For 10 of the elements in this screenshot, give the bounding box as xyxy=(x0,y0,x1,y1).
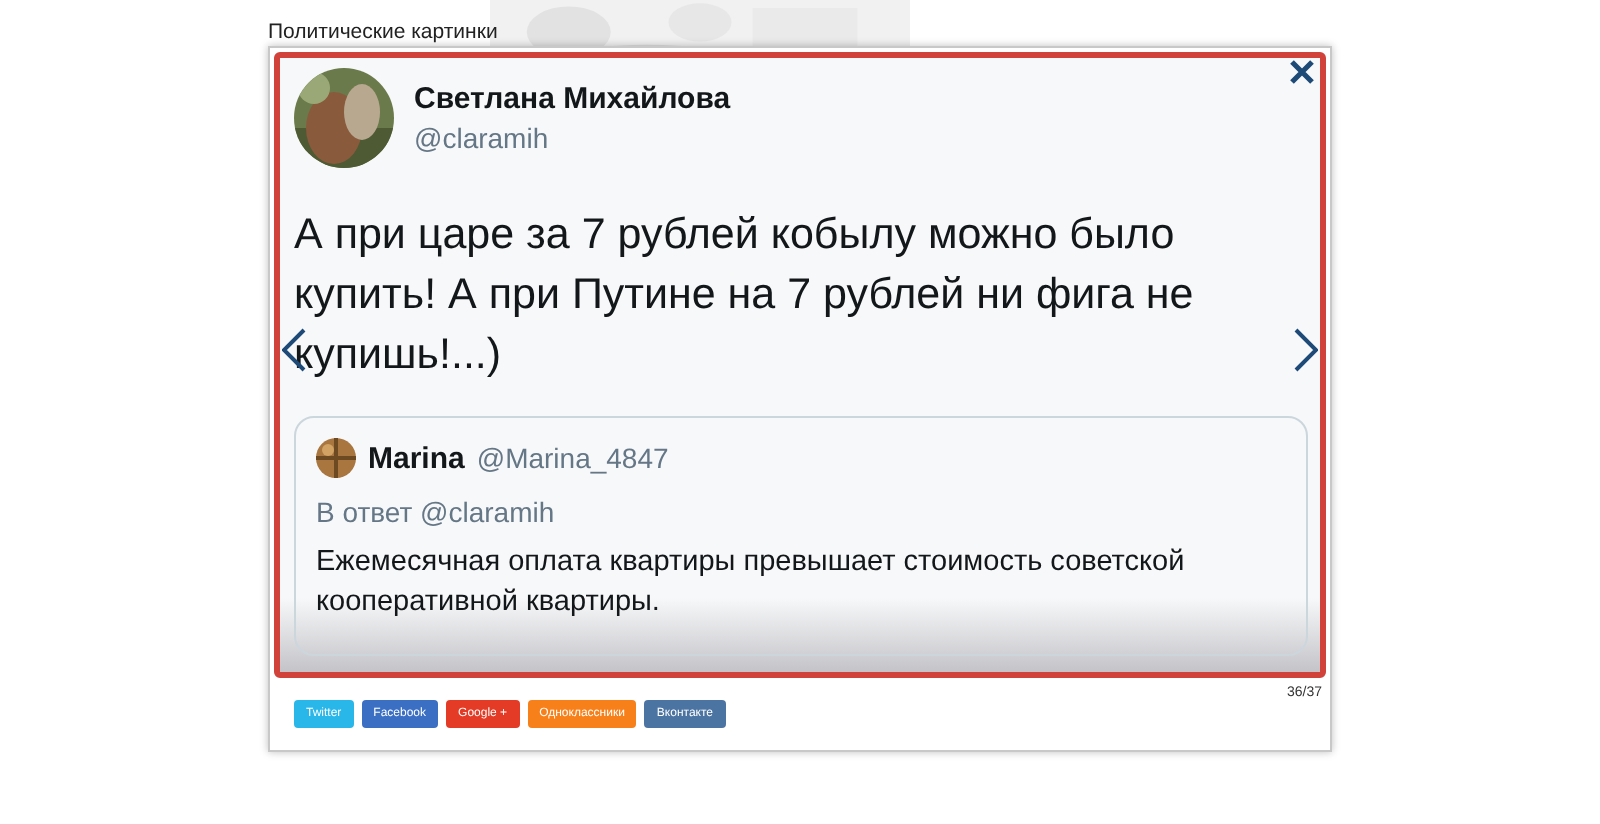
author-handle: @claramih xyxy=(414,122,551,154)
tweet-text: А при царе за 7 рублей кобылу можно было купить! А при Путине на 7 рублей ни фига не купишь!...) xyxy=(294,208,1196,382)
author-name: Светлана Михайлова xyxy=(414,82,731,116)
gallery-title: Политические картинки xyxy=(268,18,498,46)
quote-author: Marina xyxy=(368,441,465,475)
quote-handle: @Marina_4847 xyxy=(476,442,669,474)
quote-text: Ежемесячная оплата квартиры превышает стоимость советской кооперативной квартиры. xyxy=(316,544,1187,622)
close-icon[interactable] xyxy=(1288,58,1316,86)
chevron-right-icon[interactable] xyxy=(1294,328,1318,372)
reply-to: В ответ @claramih xyxy=(316,496,557,528)
